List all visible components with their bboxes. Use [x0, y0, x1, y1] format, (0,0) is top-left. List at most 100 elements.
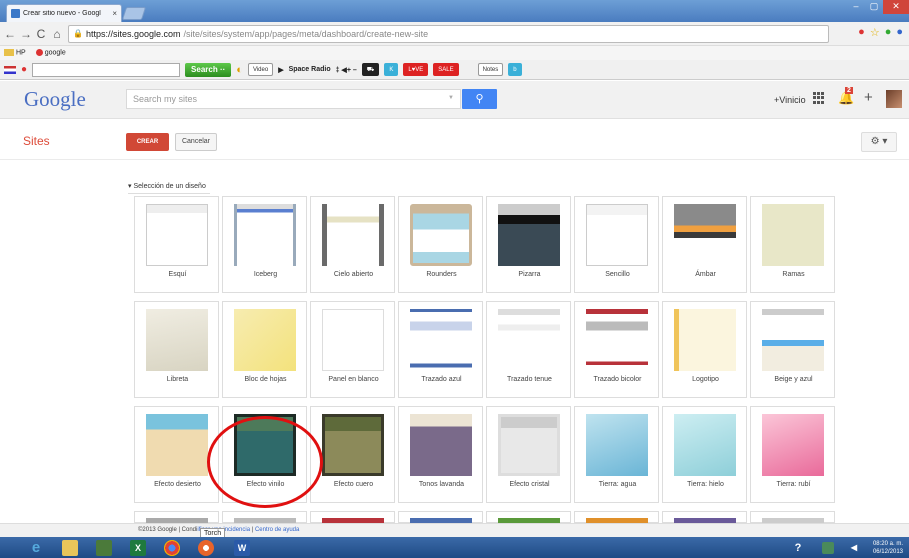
- theme-card[interactable]: [486, 511, 571, 524]
- k-button[interactable]: K: [384, 63, 399, 76]
- theme-card[interactable]: Ámbar: [662, 196, 747, 293]
- theme-label: Tierra: rubí: [776, 481, 811, 488]
- game-icon[interactable]: ⛟: [361, 63, 380, 76]
- back-arrow-icon[interactable]: ←: [4, 27, 16, 41]
- taskbar: e X W ? ◀ 08:20 a. m. 06/12/2013: [0, 537, 909, 558]
- theme-card[interactable]: Efecto desierto: [134, 406, 219, 503]
- apps-grid-icon[interactable]: [813, 92, 825, 104]
- browser-tab[interactable]: Crear sitio nuevo - Googl ×: [6, 4, 122, 22]
- extension-icon[interactable]: ●: [858, 26, 865, 39]
- theme-card[interactable]: Libreta: [134, 301, 219, 398]
- theme-card[interactable]: Tierra: rubí: [750, 406, 835, 503]
- theme-thumbnail: [498, 204, 560, 266]
- forward-arrow-icon[interactable]: →: [20, 27, 32, 41]
- user-name-link[interactable]: +Vinicio: [774, 95, 806, 105]
- theme-thumbnail: [674, 414, 736, 476]
- space-radio-button[interactable]: Space Radio: [289, 66, 331, 73]
- internet-explorer-icon[interactable]: e: [28, 540, 44, 556]
- play-icon[interactable]: ▶: [278, 66, 283, 74]
- sale-button[interactable]: SALE: [433, 63, 459, 76]
- cancel-button[interactable]: Cancelar: [175, 133, 217, 151]
- theme-card[interactable]: Ramas: [750, 196, 835, 293]
- url-bar[interactable]: 🔒 https://sites.google.com/site/sites/sy…: [68, 24, 829, 43]
- file-explorer-icon[interactable]: [62, 540, 78, 556]
- browser-extension-icons: ● ☆ ● ●: [858, 26, 903, 39]
- theme-thumbnail: [762, 414, 824, 476]
- theme-card[interactable]: Efecto cuero: [310, 406, 395, 503]
- excel-icon[interactable]: X: [130, 540, 146, 556]
- help-center-link[interactable]: Centro de ayuda: [255, 527, 299, 533]
- theme-card[interactable]: Beige y azul: [750, 301, 835, 398]
- new-tab-button[interactable]: [121, 7, 147, 20]
- chrome-icon[interactable]: [164, 540, 180, 556]
- theme-card[interactable]: Trazado azul: [398, 301, 483, 398]
- addon-logo-icon[interactable]: ●: [21, 64, 27, 75]
- addon-b-icon[interactable]: b: [508, 63, 522, 76]
- settings-gear-icon[interactable]: ⚙ ▾: [861, 132, 897, 152]
- theme-card[interactable]: Sencillo: [574, 196, 659, 293]
- flag-icon[interactable]: [4, 65, 16, 74]
- help-icon[interactable]: ?: [790, 540, 806, 556]
- page-title[interactable]: Sites: [23, 134, 50, 148]
- maximize-button[interactable]: ▢: [865, 0, 883, 14]
- close-window-button[interactable]: ✕: [883, 0, 909, 14]
- torch-browser-icon[interactable]: [198, 540, 214, 556]
- moon-icon[interactable]: ◐: [236, 64, 243, 76]
- theme-card[interactable]: [574, 511, 659, 524]
- tray-icon[interactable]: [822, 542, 834, 554]
- theme-card[interactable]: Iceberg: [222, 196, 307, 293]
- theme-card[interactable]: Rounders: [398, 196, 483, 293]
- theme-card[interactable]: Trazado bicolor: [574, 301, 659, 398]
- theme-card[interactable]: Bloc de hojas: [222, 301, 307, 398]
- theme-card[interactable]: [222, 511, 307, 524]
- radio-controls[interactable]: ‡ ◀+ –: [336, 66, 357, 74]
- notes-button[interactable]: Notes: [477, 63, 504, 76]
- video-button[interactable]: Video: [247, 63, 274, 76]
- bookmark-hp[interactable]: HP: [4, 49, 26, 57]
- search-input[interactable]: Search my sites ▼: [126, 89, 461, 109]
- star-bookmark-icon[interactable]: ☆: [870, 26, 880, 39]
- word-icon[interactable]: W: [234, 540, 250, 556]
- avatar[interactable]: [886, 90, 902, 108]
- theme-thumbnail: [146, 204, 208, 266]
- create-button[interactable]: CREAR: [126, 133, 169, 151]
- theme-label: Iceberg: [253, 271, 278, 278]
- theme-card[interactable]: Pizarra: [486, 196, 571, 293]
- chevron-down-icon[interactable]: ▼: [448, 95, 454, 101]
- extension-icon[interactable]: ●: [885, 26, 892, 39]
- share-plus-button[interactable]: +: [864, 89, 873, 106]
- home-icon[interactable]: ⌂: [52, 27, 62, 41]
- theme-label: Trazado tenue: [507, 376, 552, 383]
- addon-search-button[interactable]: Search ··: [185, 62, 232, 77]
- theme-thumbnail: [146, 414, 208, 476]
- theme-card[interactable]: [134, 511, 219, 524]
- theme-card[interactable]: [310, 511, 395, 524]
- theme-card[interactable]: [398, 511, 483, 524]
- theme-card[interactable]: Tierra: hielo: [662, 406, 747, 503]
- search-button[interactable]: ⚲: [462, 89, 497, 109]
- theme-card[interactable]: Esquí: [134, 196, 219, 293]
- theme-card[interactable]: Tonos lavanda: [398, 406, 483, 503]
- theme-card[interactable]: [750, 511, 835, 524]
- theme-card[interactable]: Cielo abierto: [310, 196, 395, 293]
- theme-card[interactable]: Efecto cristal: [486, 406, 571, 503]
- extension-icon[interactable]: ●: [896, 26, 903, 39]
- media-icon[interactable]: [96, 540, 112, 556]
- minimize-button[interactable]: –: [847, 0, 865, 14]
- theme-section-toggle[interactable]: ▾ Selección de un diseño: [128, 182, 210, 194]
- theme-card[interactable]: Logotipo: [662, 301, 747, 398]
- theme-card[interactable]: [662, 511, 747, 524]
- addon-search-input[interactable]: [32, 62, 181, 77]
- google-logo[interactable]: Google: [24, 87, 86, 112]
- theme-card[interactable]: Trazado tenue: [486, 301, 571, 398]
- theme-card[interactable]: Panel en blanco: [310, 301, 395, 398]
- system-clock[interactable]: 08:20 a. m. 06/12/2013: [873, 540, 903, 556]
- notification-count-badge[interactable]: 2: [845, 87, 853, 94]
- bookmark-google[interactable]: google: [35, 49, 66, 57]
- theme-label: Tierra: agua: [598, 481, 637, 488]
- volume-icon[interactable]: ◀: [846, 540, 862, 556]
- theme-card[interactable]: Tierra: agua: [574, 406, 659, 503]
- tab-close-icon[interactable]: ×: [112, 9, 117, 18]
- love-button[interactable]: L♥VE: [403, 63, 429, 76]
- reload-icon[interactable]: C: [36, 27, 46, 41]
